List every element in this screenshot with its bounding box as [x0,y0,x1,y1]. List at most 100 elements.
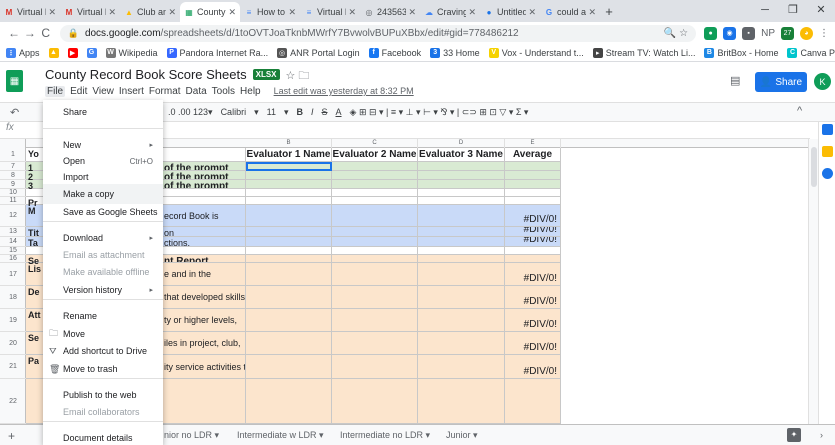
cell[interactable] [505,255,561,263]
sheet-tab[interactable]: Junior ▾ [446,430,478,441]
cell[interactable] [418,263,505,286]
menu-data[interactable]: Data [186,86,207,97]
average-cell[interactable]: #DIV/0! [505,332,561,355]
cell[interactable] [246,332,332,355]
cell-a-text[interactable]: of the prompt [161,171,246,180]
menu-item-rename[interactable]: Rename [43,306,163,326]
cell[interactable] [246,355,332,379]
cell[interactable] [246,227,332,237]
cell[interactable] [418,189,505,197]
sheet-tab[interactable]: Intermediate no LDR ▾ [340,430,430,441]
cell[interactable] [161,247,246,255]
cell-a-text[interactable]: iles in project, club, [161,332,246,355]
cell[interactable] [418,247,505,255]
close-tab-icon[interactable]: ✕ [588,7,596,18]
cell[interactable] [332,227,418,237]
cell[interactable] [246,379,332,424]
cell[interactable] [332,205,418,227]
browser-tab[interactable]: M Virtual R✕ [0,2,60,22]
average-cell[interactable]: #DIV/0! [505,227,561,237]
cell[interactable] [332,255,418,263]
cell-a-text[interactable]: nt Report [161,255,246,263]
cell[interactable] [418,379,505,424]
cell-a-text[interactable]: ecord Book is [161,205,246,227]
cell[interactable] [418,255,505,263]
cell[interactable] [332,180,418,189]
browser-tab[interactable]: ≡ How to ✕ [240,2,300,22]
cell[interactable] [246,309,332,332]
url-input[interactable]: 🔒 docs.google.com/spreadsheets/d/1toOVTJ… [59,24,697,42]
cell[interactable] [418,286,505,309]
cell[interactable] [332,237,418,247]
document-title[interactable]: County Record Book Score Sheets XLSX ☆ 🗀 [45,67,309,86]
bookmark-item[interactable]: CCanva Pro [787,47,835,58]
cell[interactable] [418,197,505,205]
font-caret-icon[interactable]: ▾ [254,107,259,118]
bookmark-item[interactable]: V Vox - Understand t... [488,47,584,58]
cell[interactable] [505,197,561,205]
cell[interactable] [418,162,505,171]
avatar[interactable]: K [814,73,831,90]
bookmark-item[interactable]: B BritBox - Home [704,47,778,58]
cell-a-text[interactable]: e and in the [161,263,246,286]
average-cell[interactable]: #DIV/0! [505,263,561,286]
cell-a-text[interactable]: ctions. [161,237,246,247]
browser-tab[interactable]: ▦ County R✕ [180,2,240,22]
bookmark-item[interactable]: ⋮ Apps [6,47,40,58]
average-cell[interactable]: #DIV/0! [505,286,561,309]
close-tab-icon[interactable]: ✕ [108,7,116,18]
cell-a-text[interactable]: ty or higher levels, [161,309,246,332]
cell[interactable] [246,255,332,263]
bookmark-item[interactable]: 3 33 Home [430,47,480,58]
menu-format[interactable]: Format [149,86,181,97]
bookmark-item[interactable]: ▸ Stream TV: Watch Li... [592,47,695,58]
sheet-tab[interactable]: nior no LDR ▾ [164,430,219,441]
font-size-caret-icon[interactable]: ▾ [284,107,289,118]
average-cell[interactable]: #DIV/0! [505,205,561,227]
cell[interactable] [246,205,332,227]
cell[interactable] [332,171,418,180]
menu-item-make-a-copy[interactable]: Make a copy [43,184,163,204]
average-cell[interactable]: #DIV/0! [505,309,561,332]
bookmark-item[interactable]: ▲ [48,47,59,58]
average-cell[interactable]: #DIV/0! [505,237,561,247]
cell[interactable] [332,197,418,205]
cell[interactable] [246,263,332,286]
cell[interactable] [505,180,561,189]
cell[interactable] [505,162,561,171]
minimize-icon[interactable]: ─ [751,0,779,20]
font-size-input[interactable]: 11 [267,107,276,118]
cell[interactable] [332,247,418,255]
undo-icon[interactable]: ↶ [10,106,19,119]
profile-icon[interactable]: ◕ [800,26,813,40]
scrollbar-thumb[interactable] [811,147,817,187]
cell[interactable] [418,309,505,332]
extension-label[interactable]: NP [761,28,775,39]
toolbar-more-tools[interactable]: ◈ ⊞ ⊟ ▾ | ≡ ▾ ⊥ ▾ ⊢ ▾ ⅋ ▾ | ⊂⊃ ⊞ ⊡ ▽ ▾ Σ… [350,107,529,118]
sheet-tabs-more-icon[interactable]: › [820,430,823,440]
cell[interactable] [332,263,418,286]
browser-tab[interactable]: Gcould a ✕ [540,2,600,22]
star-folder-icons[interactable]: ☆ 🗀 [286,70,310,82]
last-edit-link[interactable]: Last edit was yesterday at 8:32 PM [274,86,414,97]
bookmark-item[interactable]: ◎ ANR Portal Login [277,47,360,58]
column-header-cell[interactable]: Evaluator 2 Name [332,148,418,162]
browser-tab[interactable]: ☁ Craving ✕ [420,2,480,22]
sheets-logo-icon[interactable]: ▦ [6,70,23,92]
italic-button[interactable]: I [311,107,314,118]
bookmark-item[interactable]: f Facebook [368,47,421,58]
reload-icon[interactable]: C [38,26,54,40]
cell[interactable] [161,148,246,162]
cell-a-text[interactable]: of the prompt [161,162,246,171]
extension-badge[interactable]: 27 [781,26,794,40]
cell[interactable] [161,189,246,197]
close-tab-icon[interactable]: ✕ [48,7,56,18]
cell[interactable] [332,189,418,197]
cell[interactable] [418,332,505,355]
bookmark-item[interactable]: W Wikipedia [105,47,158,58]
column-header-cell[interactable]: Evaluator 3 Name [418,148,505,162]
font-select[interactable]: Calibri [221,107,247,118]
menu-dots-icon[interactable]: ⋮ [819,28,829,39]
extension-icon[interactable]: ▪ [742,26,756,40]
close-tab-icon[interactable]: ✕ [288,7,296,18]
